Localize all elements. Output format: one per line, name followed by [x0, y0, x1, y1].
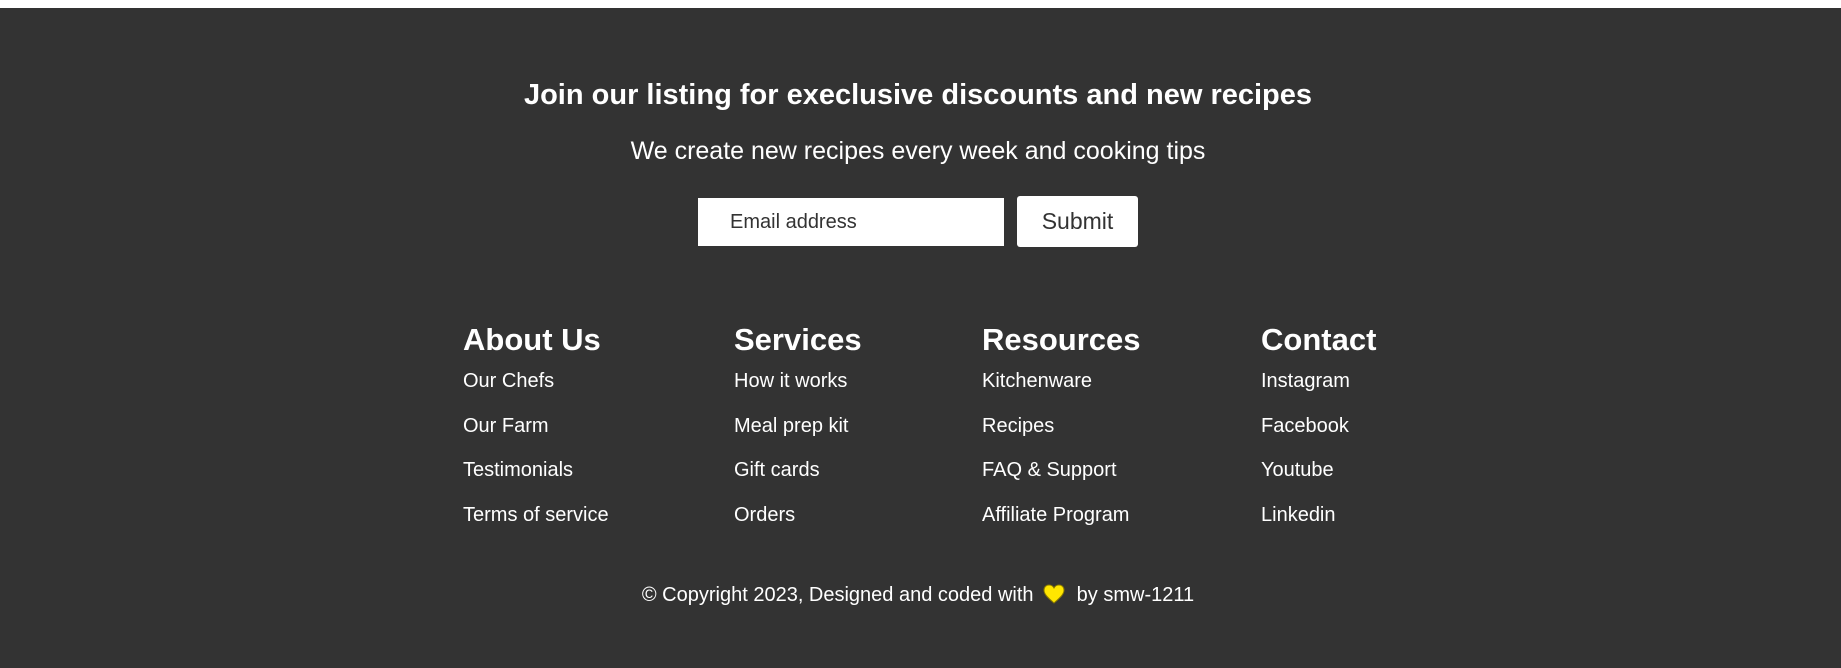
link-affiliate-program[interactable]: Affiliate Program — [982, 504, 1129, 526]
list-item: Facebook — [1261, 414, 1350, 459]
list-item: Orders — [734, 503, 849, 548]
footer-column-contact: Contact Instagram Facebook Youtube Linke… — [1261, 322, 1377, 526]
list-item: Instagram — [1261, 369, 1350, 414]
link-testimonials[interactable]: Testimonials — [463, 459, 573, 481]
link-list-contact: Instagram Facebook Youtube Linkedin — [1261, 369, 1350, 547]
list-item: Gift cards — [734, 458, 849, 503]
footer-column-services: Services How it works Meal prep kit Gift… — [734, 322, 862, 526]
column-heading-contact: Contact — [1261, 322, 1377, 357]
link-our-farm[interactable]: Our Farm — [463, 415, 549, 437]
column-heading-services: Services — [734, 322, 862, 357]
footer: Join our listing for execlusive discount… — [0, 8, 1841, 668]
link-orders[interactable]: Orders — [734, 504, 795, 526]
submit-button[interactable]: Submit — [1017, 196, 1138, 247]
footer-column-resources: Resources Kitchenware Recipes FAQ & Supp… — [982, 322, 1141, 526]
list-item: Affiliate Program — [982, 503, 1129, 548]
list-item: Linkedin — [1261, 503, 1350, 548]
footer-column-about-us: About Us Our Chefs Our Farm Testimonials… — [463, 322, 609, 526]
list-item: Our Farm — [463, 414, 609, 459]
link-terms-of-service[interactable]: Terms of service — [463, 504, 609, 526]
copyright-suffix: by smw-1211 — [1076, 584, 1195, 606]
link-facebook[interactable]: Facebook — [1261, 415, 1349, 437]
copyright-prefix: © Copyright 2023, Designed and coded wit… — [641, 584, 1034, 606]
link-linkedin[interactable]: Linkedin — [1261, 504, 1336, 526]
link-how-it-works[interactable]: How it works — [734, 370, 847, 392]
list-item: Youtube — [1261, 458, 1350, 503]
link-instagram[interactable]: Instagram — [1261, 370, 1350, 392]
newsletter-title: Join our listing for execlusive discount… — [523, 79, 1313, 111]
list-item: FAQ & Support — [982, 458, 1129, 503]
link-our-chefs[interactable]: Our Chefs — [463, 370, 554, 392]
list-item: Meal prep kit — [734, 414, 849, 459]
link-meal-prep-kit[interactable]: Meal prep kit — [734, 415, 849, 437]
list-item: Kitchenware — [982, 369, 1129, 414]
link-list-about-us: Our Chefs Our Farm Testimonials Terms of… — [463, 369, 609, 547]
link-youtube[interactable]: Youtube — [1261, 459, 1334, 481]
link-list-services: How it works Meal prep kit Gift cards Or… — [734, 369, 849, 547]
list-item: Terms of service — [463, 503, 609, 548]
link-faq-support[interactable]: FAQ & Support — [982, 459, 1117, 481]
link-kitchenware[interactable]: Kitchenware — [982, 370, 1092, 392]
column-heading-resources: Resources — [982, 322, 1141, 357]
copyright-notice: © Copyright 2023, Designed and coded wit… — [0, 583, 1836, 610]
list-item: Our Chefs — [463, 369, 609, 414]
email-input[interactable] — [698, 198, 1004, 246]
link-recipes[interactable]: Recipes — [982, 415, 1054, 437]
link-list-resources: Kitchenware Recipes FAQ & Support Affili… — [982, 369, 1129, 547]
list-item: Recipes — [982, 414, 1129, 459]
heart-icon — [1043, 584, 1065, 610]
column-heading-about-us: About Us — [463, 322, 601, 357]
newsletter-subtitle: We create new recipes every week and coo… — [630, 137, 1206, 165]
list-item: Testimonials — [463, 458, 609, 503]
link-gift-cards[interactable]: Gift cards — [734, 459, 820, 481]
list-item: How it works — [734, 369, 849, 414]
